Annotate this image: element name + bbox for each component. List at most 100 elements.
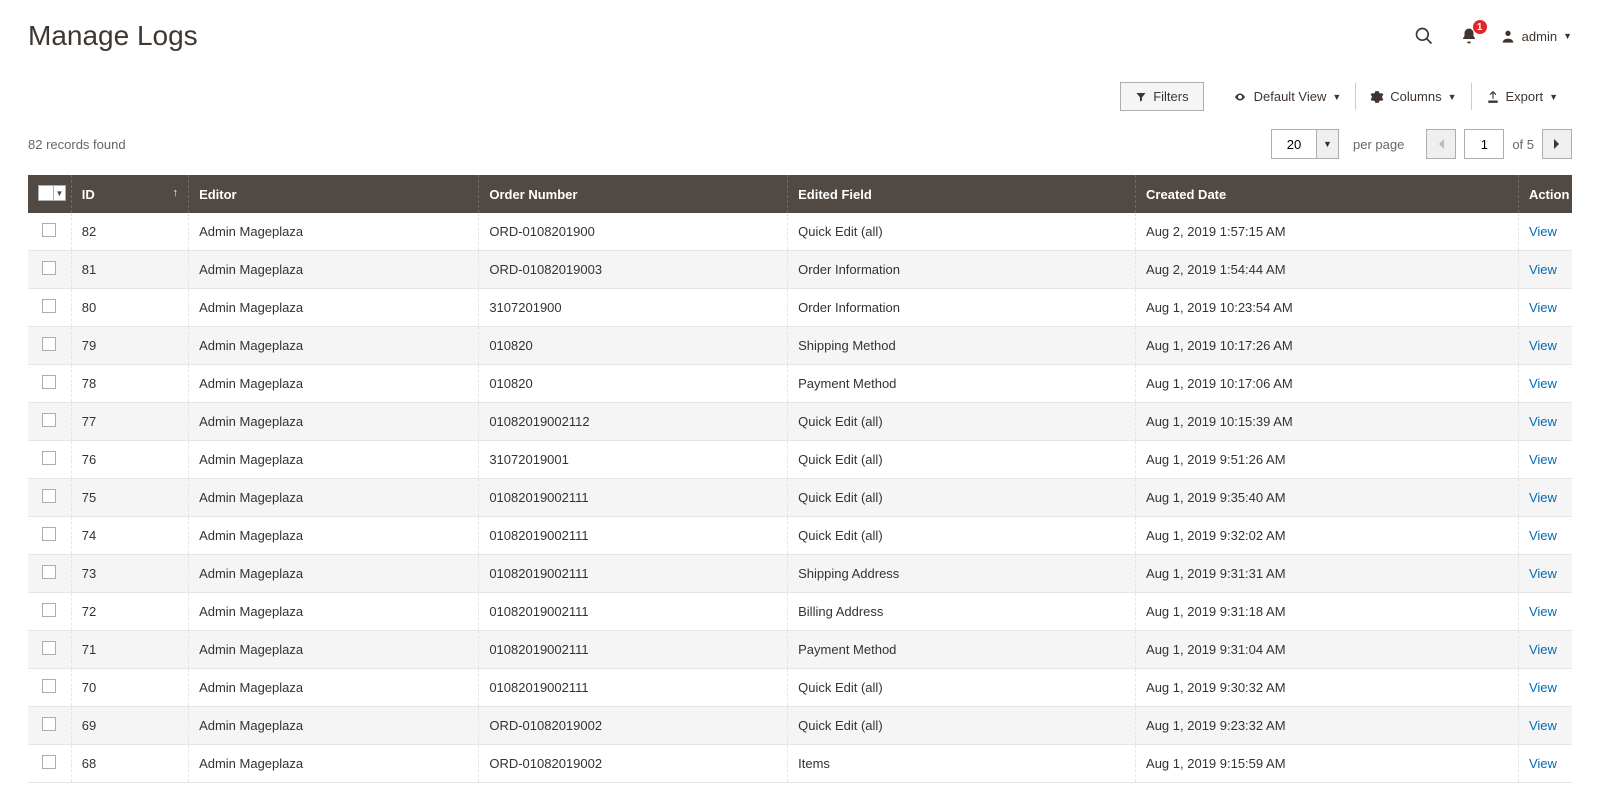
row-checkbox[interactable]: [42, 375, 56, 389]
table-row: 78Admin Mageplaza010820Payment MethodAug…: [28, 365, 1572, 403]
cell-date: Aug 1, 2019 9:30:32 AM: [1136, 669, 1519, 707]
table-row: 68Admin MageplazaORD-01082019002ItemsAug…: [28, 745, 1572, 783]
cell-id: 68: [71, 745, 188, 783]
cell-id: 73: [71, 555, 188, 593]
cell-editor: Admin Mageplaza: [189, 213, 479, 251]
cell-date: Aug 1, 2019 10:15:39 AM: [1136, 403, 1519, 441]
cell-editor: Admin Mageplaza: [189, 745, 479, 783]
cell-date: Aug 1, 2019 9:15:59 AM: [1136, 745, 1519, 783]
cell-order: 01082019002111: [479, 479, 788, 517]
per-page-select[interactable]: ▼: [1271, 129, 1339, 159]
cell-date: Aug 1, 2019 9:31:18 AM: [1136, 593, 1519, 631]
export-menu[interactable]: Export ▼: [1471, 83, 1573, 110]
export-icon: [1486, 90, 1500, 104]
cell-id: 75: [71, 479, 188, 517]
cell-date: Aug 1, 2019 10:23:54 AM: [1136, 289, 1519, 327]
col-header-editor[interactable]: Editor: [189, 175, 479, 213]
col-header-field[interactable]: Edited Field: [788, 175, 1136, 213]
row-checkbox[interactable]: [42, 223, 56, 237]
row-checkbox[interactable]: [42, 261, 56, 275]
user-menu[interactable]: admin ▼: [1500, 28, 1572, 44]
table-row: 74Admin Mageplaza01082019002111Quick Edi…: [28, 517, 1572, 555]
row-checkbox[interactable]: [42, 451, 56, 465]
page-title: Manage Logs: [28, 20, 198, 52]
per-page-input[interactable]: [1272, 130, 1316, 158]
filters-label: Filters: [1153, 89, 1188, 104]
records-found: 82 records found: [28, 137, 126, 152]
cell-id: 74: [71, 517, 188, 555]
cell-order: ORD-01082019002: [479, 745, 788, 783]
cell-field: Billing Address: [788, 593, 1136, 631]
cell-field: Order Information: [788, 251, 1136, 289]
logs-table: ▼ ID ↑ Editor Order Number Edited Field …: [28, 175, 1572, 783]
cell-id: 71: [71, 631, 188, 669]
cell-date: Aug 1, 2019 10:17:26 AM: [1136, 327, 1519, 365]
prev-page-button[interactable]: [1426, 129, 1456, 159]
default-view-menu[interactable]: Default View ▼: [1218, 83, 1356, 110]
view-link[interactable]: View: [1529, 566, 1557, 581]
cell-editor: Admin Mageplaza: [189, 555, 479, 593]
next-page-button[interactable]: [1542, 129, 1572, 159]
cell-editor: Admin Mageplaza: [189, 593, 479, 631]
cell-field: Order Information: [788, 289, 1136, 327]
view-link[interactable]: View: [1529, 604, 1557, 619]
cell-order: 01082019002111: [479, 669, 788, 707]
cell-date: Aug 1, 2019 9:51:26 AM: [1136, 441, 1519, 479]
row-checkbox[interactable]: [42, 527, 56, 541]
columns-label: Columns: [1390, 89, 1441, 104]
row-checkbox[interactable]: [42, 717, 56, 731]
view-link[interactable]: View: [1529, 642, 1557, 657]
select-all-checkbox[interactable]: ▼: [38, 185, 66, 201]
col-header-date[interactable]: Created Date: [1136, 175, 1519, 213]
notifications-icon[interactable]: 1: [1456, 23, 1482, 49]
cell-date: Aug 1, 2019 9:35:40 AM: [1136, 479, 1519, 517]
table-row: 71Admin Mageplaza01082019002111Payment M…: [28, 631, 1572, 669]
view-link[interactable]: View: [1529, 376, 1557, 391]
row-checkbox[interactable]: [42, 413, 56, 427]
col-header-select[interactable]: ▼: [28, 175, 71, 213]
row-checkbox[interactable]: [42, 337, 56, 351]
cell-editor: Admin Mageplaza: [189, 517, 479, 555]
search-icon[interactable]: [1410, 22, 1438, 50]
current-page-input[interactable]: [1464, 129, 1504, 159]
view-link[interactable]: View: [1529, 300, 1557, 315]
columns-menu[interactable]: Columns ▼: [1355, 83, 1470, 110]
row-checkbox[interactable]: [42, 489, 56, 503]
cell-editor: Admin Mageplaza: [189, 289, 479, 327]
col-header-order[interactable]: Order Number: [479, 175, 788, 213]
view-link[interactable]: View: [1529, 414, 1557, 429]
cell-date: Aug 1, 2019 9:31:04 AM: [1136, 631, 1519, 669]
row-checkbox[interactable]: [42, 299, 56, 313]
view-link[interactable]: View: [1529, 224, 1557, 239]
user-icon: [1500, 28, 1516, 44]
cell-field: Quick Edit (all): [788, 441, 1136, 479]
view-link[interactable]: View: [1529, 338, 1557, 353]
table-row: 69Admin MageplazaORD-01082019002Quick Ed…: [28, 707, 1572, 745]
chevron-down-icon: ▼: [1323, 139, 1332, 149]
row-checkbox[interactable]: [42, 641, 56, 655]
sort-asc-icon: ↑: [173, 187, 179, 199]
row-checkbox[interactable]: [42, 679, 56, 693]
col-header-id[interactable]: ID ↑: [71, 175, 188, 213]
view-link[interactable]: View: [1529, 262, 1557, 277]
page-header: Manage Logs 1 admin ▼: [0, 0, 1600, 52]
row-checkbox[interactable]: [42, 565, 56, 579]
cell-field: Quick Edit (all): [788, 213, 1136, 251]
table-row: 72Admin Mageplaza01082019002111Billing A…: [28, 593, 1572, 631]
filters-button[interactable]: Filters: [1120, 82, 1203, 111]
row-checkbox[interactable]: [42, 603, 56, 617]
cell-id: 77: [71, 403, 188, 441]
cell-order: 01082019002111: [479, 593, 788, 631]
view-link[interactable]: View: [1529, 718, 1557, 733]
chevron-down-icon: ▼: [1332, 92, 1341, 102]
view-link[interactable]: View: [1529, 528, 1557, 543]
row-checkbox[interactable]: [42, 755, 56, 769]
cell-editor: Admin Mageplaza: [189, 441, 479, 479]
cell-date: Aug 2, 2019 1:54:44 AM: [1136, 251, 1519, 289]
view-link[interactable]: View: [1529, 452, 1557, 467]
view-link[interactable]: View: [1529, 756, 1557, 771]
view-link[interactable]: View: [1529, 490, 1557, 505]
export-label: Export: [1506, 89, 1544, 104]
per-page-dropdown[interactable]: ▼: [1316, 130, 1338, 158]
view-link[interactable]: View: [1529, 680, 1557, 695]
